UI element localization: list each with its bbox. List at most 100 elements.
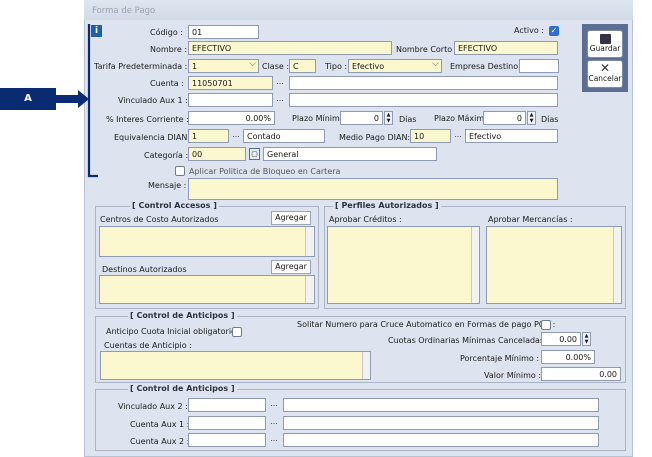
destinos-label: Destinos Autorizados <box>102 265 187 274</box>
empresa-destino-field[interactable] <box>519 59 559 73</box>
cuotas-label: Cuotas Ordinarias Mínimas Canceladas : <box>388 336 550 345</box>
medio-pago-desc: Efectivo <box>465 129 558 143</box>
vinculado-desc-field[interactable] <box>289 93 558 107</box>
destinos-scrollbar[interactable] <box>305 276 313 303</box>
nombre-corto-label: Nombre Corto : <box>396 45 458 54</box>
bloqueo-label: Aplicar Politica de Bloqueo en Cartera <box>189 167 341 176</box>
centros-scrollbar[interactable] <box>305 227 313 256</box>
porcentaje-field[interactable]: 0.00% <box>541 350 595 364</box>
valor-field[interactable]: 0.00 <box>541 367 621 381</box>
cuenta-field[interactable]: 11050701 <box>188 76 273 90</box>
creditos-label: Aprobar Créditos : <box>329 215 402 224</box>
vinculado-lookup-button[interactable]: ... <box>275 94 285 107</box>
centros-list[interactable] <box>99 226 315 257</box>
nombre-field[interactable]: EFECTIVO <box>188 41 392 55</box>
empresa-destino-label: Empresa Destino : <box>450 62 524 71</box>
vinculado2-desc-field[interactable] <box>283 398 599 412</box>
porcentaje-label: Porcentaje Mínimo : <box>460 354 540 363</box>
solicitar-checkbox[interactable] <box>541 320 551 330</box>
medio-pago-field[interactable]: 10 <box>410 129 451 143</box>
callout-a: A <box>0 88 56 110</box>
nombre-label: Nombre : <box>150 45 188 54</box>
callout-arrow-icon <box>56 90 89 108</box>
tipo-label: Tipo : <box>325 62 348 71</box>
equivalencia-field[interactable]: 1 <box>188 129 229 143</box>
anticipos-title: [ Control de Anticipos ] <box>128 311 237 320</box>
categoria-label: Categoría : <box>144 151 189 160</box>
close-icon: ✕ <box>599 61 611 75</box>
cuenta-desc-field[interactable] <box>289 76 558 90</box>
equivalencia-lookup-button[interactable]: ... <box>231 130 241 143</box>
medio-pago-lookup-button[interactable]: ... <box>453 130 463 143</box>
vinculado-field[interactable] <box>188 93 273 107</box>
cuentas-anticipio-scrollbar[interactable] <box>362 352 370 379</box>
interes-label: % Interes Corriente : <box>106 115 189 124</box>
vinculado-label: Vinculado Aux 1 : <box>118 96 188 105</box>
cuenta-aux2-lookup-button[interactable]: ... <box>269 434 279 447</box>
bracket-icon <box>87 24 98 178</box>
creditos-scrollbar[interactable] <box>471 227 479 303</box>
cuota-checkbox[interactable] <box>232 327 242 337</box>
cuenta-aux1-field[interactable] <box>188 416 266 430</box>
cuenta-aux1-desc-field[interactable] <box>283 416 599 430</box>
floppy-icon <box>599 34 611 44</box>
equivalencia-desc: Contado <box>243 129 325 143</box>
info-icon[interactable]: i <box>91 25 102 37</box>
creditos-list[interactable] <box>327 226 480 304</box>
equivalencia-label: Equivalencia DIAN: <box>114 133 191 142</box>
categoria-lookup-icon[interactable]: ▢ <box>249 148 260 160</box>
activo-checkbox[interactable]: ✓ <box>549 26 559 36</box>
title-bar <box>84 0 633 20</box>
dias2-label: Días <box>541 115 559 124</box>
plazo-min-field[interactable]: 0 <box>340 111 383 125</box>
cuenta-lookup-button[interactable]: ... <box>275 77 285 90</box>
codigo-label: Código : <box>150 28 183 37</box>
vinculado2-lookup-button[interactable]: ... <box>269 399 279 412</box>
control-accesos-title: [ Control Accesos ] <box>130 201 219 210</box>
window-title: Forma de Pago <box>92 6 156 16</box>
mercancias-list[interactable] <box>486 226 622 304</box>
plazo-max-stepper[interactable]: ▲ ▼ <box>527 111 536 125</box>
tarifa-select[interactable]: 1 <box>188 59 259 73</box>
vinculado2-label: Vinculado Aux 2 : <box>118 402 188 411</box>
mensaje-field[interactable] <box>188 178 558 200</box>
cuentas-anticipio-list[interactable] <box>100 351 371 380</box>
agregar-destinos-button[interactable]: Agregar <box>271 260 311 274</box>
cuotas-stepper[interactable]: ▲ ▼ <box>582 332 591 346</box>
mercancias-scrollbar[interactable] <box>613 227 621 303</box>
agregar-centros-button[interactable]: Agregar <box>271 211 311 225</box>
destinos-list[interactable] <box>99 275 315 304</box>
activo-label: Activo : <box>514 26 544 35</box>
cuenta-aux2-desc-field[interactable] <box>283 433 599 447</box>
anticipos2-title: [ Control de Anticipos ] <box>128 384 237 393</box>
tipo-select[interactable]: Efectivo <box>348 59 442 73</box>
cuotas-field[interactable]: 0.00 <box>541 332 581 346</box>
bloqueo-checkbox[interactable] <box>175 166 185 176</box>
mercancias-label: Aprobar Mercancías : <box>488 215 573 224</box>
cuenta-aux1-lookup-button[interactable]: ... <box>269 417 279 430</box>
dias1-label: Días <box>399 115 417 124</box>
categoria-field[interactable]: 00 <box>188 147 246 161</box>
valor-label: Valor Mínimo : <box>484 371 542 380</box>
clase-field[interactable]: C <box>289 59 316 73</box>
categoria-desc: General <box>263 147 437 161</box>
cuentas-anticipio-label: Cuentas de Anticipio : <box>104 341 192 350</box>
save-button-label: Guardar <box>589 44 621 53</box>
cuenta-aux2-field[interactable] <box>188 433 266 447</box>
vinculado2-field[interactable] <box>188 398 266 412</box>
codigo-field[interactable]: 01 <box>188 25 259 39</box>
cancel-button[interactable]: ✕ Cancelar <box>587 60 623 88</box>
interes-field[interactable]: 0.00% <box>188 111 275 125</box>
medio-pago-label: Medio Pago DIAN: <box>339 133 411 142</box>
centros-label: Centros de Costo Autorizados <box>100 215 219 224</box>
cancel-button-label: Cancelar <box>588 74 622 83</box>
perfiles-title: [ Perfiles Autorizados ] <box>333 201 441 210</box>
tarifa-label: Tarifa Predeterminada : <box>94 62 188 71</box>
nombre-corto-field[interactable]: EFECTIVO <box>454 41 558 55</box>
cuenta-aux2-label: Cuenta Aux 2 : <box>130 437 190 446</box>
plazo-min-stepper[interactable]: ▲ ▼ <box>384 111 393 125</box>
clase-label: Clase : <box>262 62 290 71</box>
save-button[interactable]: Guardar <box>587 30 623 58</box>
plazo-max-field[interactable]: 0 <box>483 111 526 125</box>
mensaje-label: Mensaje : <box>148 181 187 190</box>
